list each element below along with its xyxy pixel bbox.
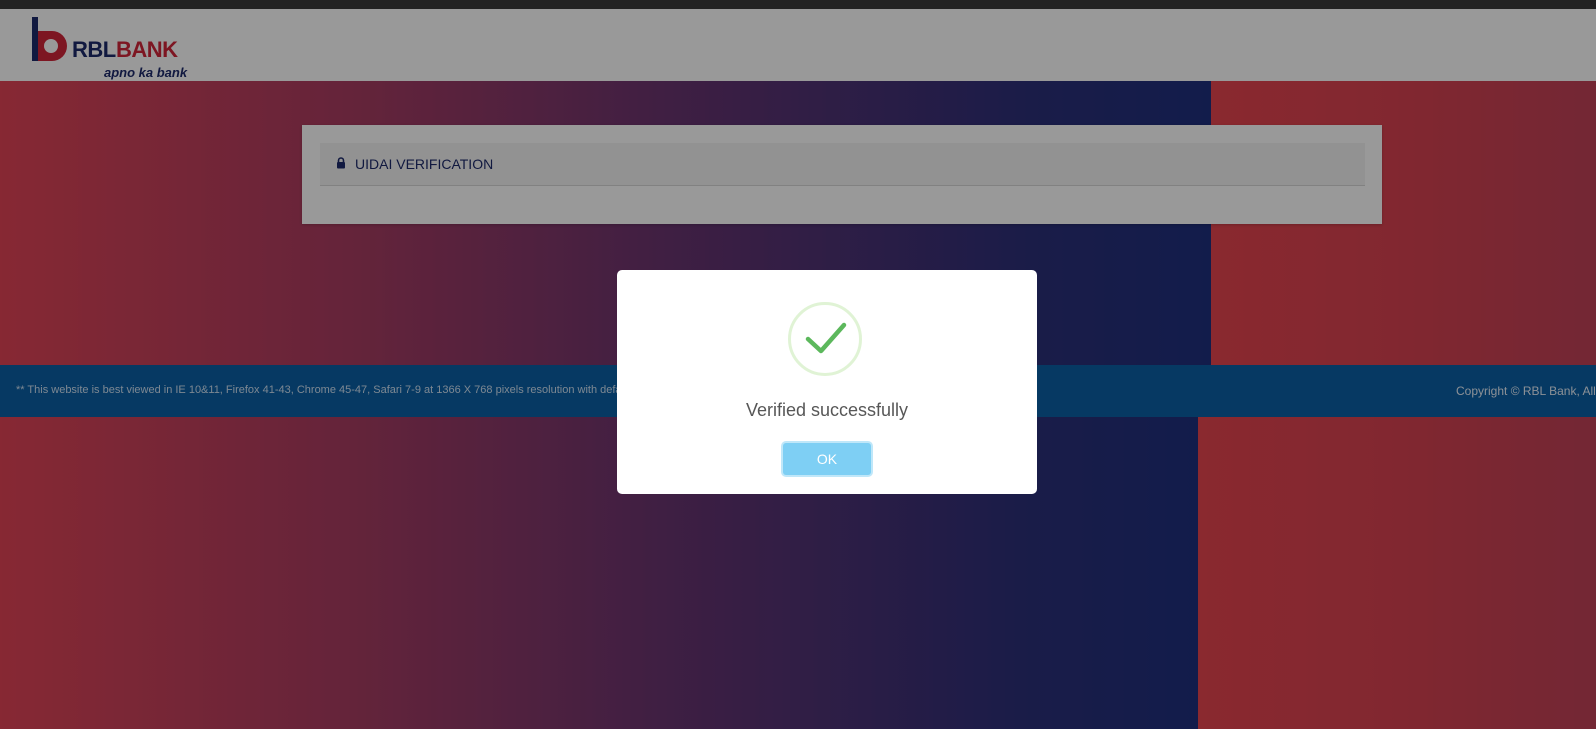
success-dialog: Verified successfully OK [617,270,1037,494]
page: RBL BANK apno ka bank UIDAI VERIFICATION… [0,0,1596,729]
ok-button[interactable]: OK [783,443,871,475]
dialog-message: Verified successfully [745,400,909,420]
success-icon-ring [788,302,862,376]
check-icon [805,322,847,354]
